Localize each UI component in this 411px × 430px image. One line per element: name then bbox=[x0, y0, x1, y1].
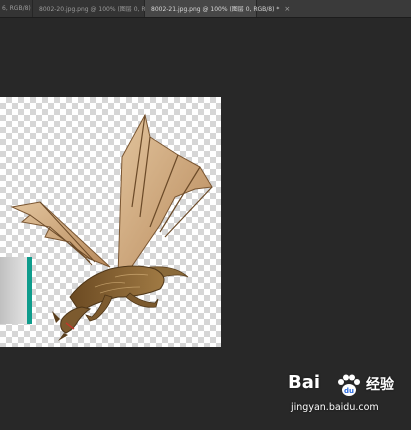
watermark-brand-suffix: 经验 bbox=[366, 377, 394, 393]
baidu-jingyan-watermark: Bai du 经验 jingyan.baidu.com bbox=[288, 372, 398, 422]
watermark-url: jingyan.baidu.com bbox=[291, 402, 379, 413]
tab-document-1[interactable]: 6, RGB/8) × bbox=[0, 0, 42, 17]
tab-label: 6, RGB/8) bbox=[2, 5, 31, 12]
tab-label: 8002-20.jpg.png @ 100% (图层 0, RGB/8) bbox=[39, 6, 163, 13]
tab-label: 8002-21.jpg.png @ 100% (图层 0, RGB/8) * bbox=[151, 6, 280, 13]
dragon-image bbox=[10, 113, 213, 341]
watermark-brand: Bai bbox=[288, 372, 321, 393]
document-canvas[interactable] bbox=[0, 97, 221, 347]
tab-document-2[interactable]: 8002-20.jpg.png @ 100% (图层 0, RGB/8) × bbox=[33, 0, 173, 17]
close-icon[interactable]: × bbox=[284, 5, 290, 13]
tab-document-3[interactable]: 8002-21.jpg.png @ 100% (图层 0, RGB/8) * × bbox=[145, 0, 290, 17]
svg-text:du: du bbox=[344, 387, 354, 395]
paw-icon: du bbox=[338, 374, 360, 396]
document-tab-bar: 6, RGB/8) × 8002-20.jpg.png @ 100% (图层 0… bbox=[0, 0, 411, 18]
